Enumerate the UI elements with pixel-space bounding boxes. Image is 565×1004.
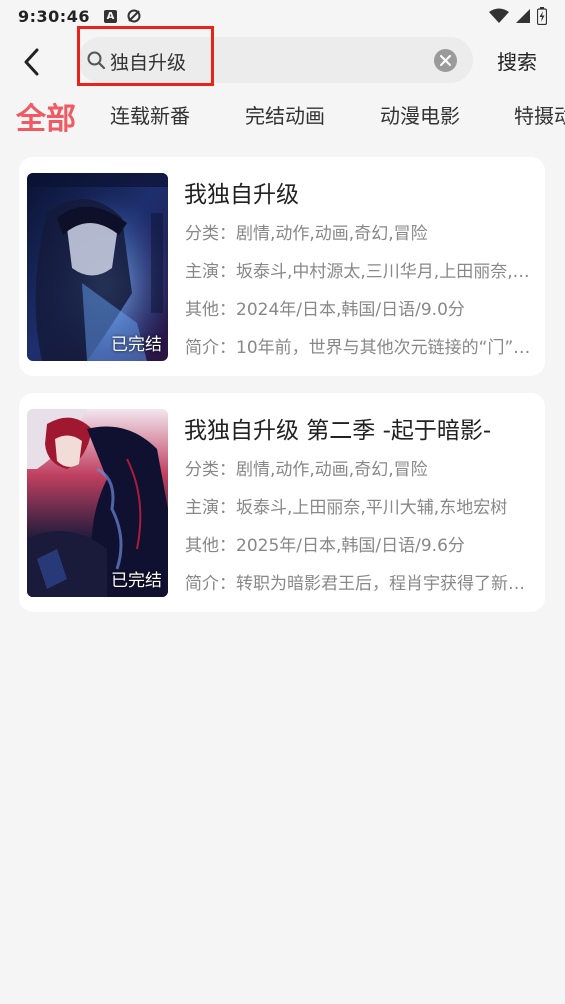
tab-tokusatsu[interactable]: 特摄动 xyxy=(514,100,565,129)
search-box[interactable]: 独自升级 xyxy=(78,37,473,83)
result-summary: 简介：转职为暗影君王后，程肖宇获得了新的力量 xyxy=(185,574,535,594)
status-icons-right xyxy=(489,7,547,25)
status-icons-left: A xyxy=(103,9,141,23)
status-bar: 9:30:46 A xyxy=(0,0,565,32)
result-card[interactable]: 已完结 我独自升级 分类：剧情,动作,动画,奇幻,冒险 主演：坂泰斗,中村源太,… xyxy=(19,157,545,376)
result-card[interactable]: 已完结 我独自升级 第二季 -起于暗影- 分类：剧情,动作,动画,奇幻,冒险 主… xyxy=(19,393,545,612)
tab-ongoing[interactable]: 连载新番 xyxy=(110,100,190,129)
poster-image[interactable]: 已完结 xyxy=(27,173,168,361)
result-other: 其他：2025年/日本,韩国/日语/9.6分 xyxy=(185,536,465,556)
wifi-icon xyxy=(489,8,509,23)
search-input[interactable]: 独自升级 xyxy=(110,48,186,75)
chevron-left-icon xyxy=(24,48,39,76)
result-title[interactable]: 我独自升级 第二季 -起于暗影- xyxy=(184,411,491,445)
close-circle-icon xyxy=(440,55,451,66)
result-genre: 分类：剧情,动作,动画,奇幻,冒险 xyxy=(185,224,428,244)
result-cast: 主演：坂泰斗,上田丽奈,平川大辅,东地宏树 xyxy=(185,498,508,518)
status-time: 9:30:46 xyxy=(18,6,90,26)
clear-search-button[interactable] xyxy=(434,49,457,72)
tab-movies[interactable]: 动漫电影 xyxy=(380,100,460,129)
status-badge: 已完结 xyxy=(111,571,162,591)
top-bar: 独自升级 搜索 xyxy=(0,26,565,90)
back-button[interactable] xyxy=(14,44,50,80)
cellular-icon xyxy=(516,9,530,23)
status-badge: 已完结 xyxy=(111,335,162,355)
category-tabs: 全部 连载新番 完结动画 动漫电影 特摄动 xyxy=(0,92,565,138)
result-title[interactable]: 我独自升级 xyxy=(184,175,299,209)
tab-all[interactable]: 全部 xyxy=(16,94,76,138)
font-a-icon: A xyxy=(103,9,117,23)
result-other: 其他：2024年/日本,韩国/日语/9.0分 xyxy=(185,300,465,320)
result-summary: 简介：10年前，世界与其他次元链接的“门”突然出现 xyxy=(185,338,535,358)
result-genre: 分类：剧情,动作,动画,奇幻,冒险 xyxy=(185,460,428,480)
search-button[interactable]: 搜索 xyxy=(497,46,537,75)
tab-completed[interactable]: 完结动画 xyxy=(245,100,325,129)
no-disturb-icon xyxy=(127,9,141,23)
result-cast: 主演：坂泰斗,中村源太,三川华月,上田丽奈,平川大辅 xyxy=(185,262,535,282)
poster-image[interactable]: 已完结 xyxy=(27,409,168,597)
search-icon xyxy=(87,51,106,70)
battery-icon xyxy=(537,7,547,25)
